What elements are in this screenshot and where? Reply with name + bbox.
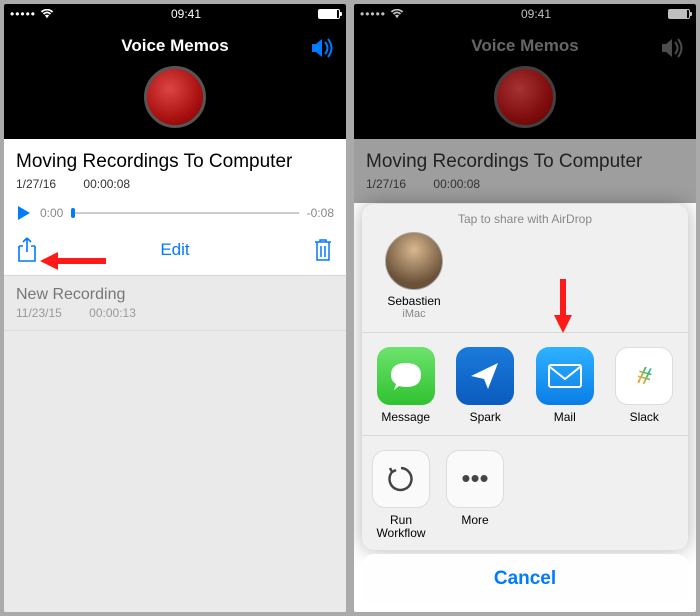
contact-device: iMac [402,308,425,320]
more-icon: ••• [446,450,504,508]
app-title: Voice Memos [121,36,228,56]
left-phone: ••••• 09:41 Voice Memos Moving Recording… [4,4,346,612]
record-button [494,66,556,128]
slack-icon: # [615,347,673,405]
scrubber[interactable] [71,212,298,214]
action-label: More [461,514,488,527]
recording-duration: 00:00:13 [89,306,136,320]
memo-title: Moving Recordings To Computer [366,151,684,173]
action-more[interactable]: ••• More [440,450,510,540]
recording-date: 11/23/15 [16,306,62,320]
wifi-icon [40,9,54,19]
airdrop-row: Sebastien iMac [362,232,688,333]
annotation-arrow-right [554,279,572,333]
action-run-workflow[interactable]: Run Workflow [366,450,436,540]
airdrop-contact[interactable]: Sebastien iMac [378,232,450,320]
memo-meta: 1/27/16 00:00:08 [16,177,334,191]
status-bar: ••••• 09:41 [4,4,346,24]
empty-list-area [4,331,346,612]
app-label: Mail [554,411,576,424]
app-label: Spark [470,411,501,424]
app-label: Message [381,411,430,424]
memo-duration: 00:00:08 [83,177,130,191]
battery-icon [668,9,690,19]
speaker-icon [660,38,684,58]
share-apps-row: Message Spark Mail # Slack [362,333,688,435]
recording-meta: 11/23/15 00:00:13 [16,306,334,320]
signal-indicator: ••••• [360,7,386,21]
recording-title: New Recording [16,286,334,304]
record-button[interactable] [144,66,206,128]
annotation-arrow-left [40,252,106,270]
speaker-icon[interactable] [310,38,334,58]
battery-icon [318,9,340,19]
airdrop-label: Tap to share with AirDrop [362,204,688,232]
share-app-spark[interactable]: Spark [450,347,520,424]
memo-date: 1/27/16 [16,177,56,191]
share-app-mail[interactable]: Mail [530,347,600,424]
play-icon[interactable] [16,205,32,221]
share-icon[interactable] [16,237,38,263]
memo-duration: 00:00:08 [433,177,480,191]
mail-icon [536,347,594,405]
wifi-icon [390,9,404,19]
message-icon [377,347,435,405]
list-item[interactable]: New Recording 11/23/15 00:00:13 [4,276,346,331]
app-header: Voice Memos [4,24,346,139]
memo-title: Moving Recordings To Computer [16,151,334,173]
trash-icon[interactable] [312,237,334,263]
remaining-time: -0:08 [307,206,334,220]
spark-icon [456,347,514,405]
selected-memo: Moving Recordings To Computer 1/27/16 00… [354,139,696,203]
action-label: Run Workflow [366,514,436,540]
workflow-icon [372,450,430,508]
status-bar: ••••• 09:41 [354,4,696,24]
share-app-message[interactable]: Message [371,347,441,424]
elapsed-time: 0:00 [40,206,63,220]
share-app-slack[interactable]: # Slack [609,347,679,424]
share-sheet: Tap to share with AirDrop Sebastien iMac… [362,204,688,550]
status-time: 09:41 [171,7,201,21]
share-actions-row: Run Workflow ••• More [362,436,688,550]
app-title: Voice Memos [471,36,578,56]
contact-name: Sebastien [387,294,440,308]
right-phone: ••••• 09:41 Voice Memos Moving Recording… [354,4,696,612]
playback-bar: 0:00 -0:08 [16,205,334,221]
memo-date: 1/27/16 [366,177,406,191]
app-header: Voice Memos [354,24,696,139]
cancel-button[interactable]: Cancel [362,554,688,604]
avatar [385,232,443,290]
app-label: Slack [630,411,659,424]
signal-indicator: ••••• [10,7,36,21]
memo-meta: 1/27/16 00:00:08 [366,177,684,191]
status-time: 09:41 [521,7,551,21]
